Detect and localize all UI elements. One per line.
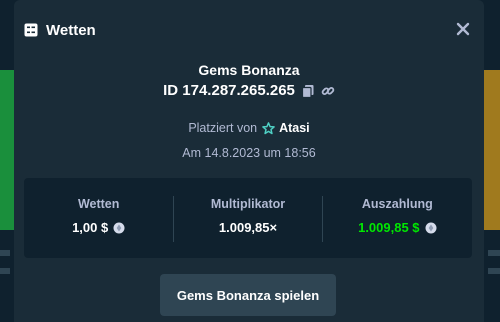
wager-label: Wetten	[77, 197, 120, 211]
background-game-card	[484, 70, 500, 230]
background-page-right	[484, 0, 500, 322]
payout-value-row: 1.009,85 $	[323, 220, 472, 235]
wager-value-row: 1,00 $	[24, 220, 173, 235]
payout-value: 1.009,85 $	[358, 220, 420, 235]
multiplier-value-row: 1.009,85×	[173, 220, 322, 235]
bet-stats-panel: Wetten 1,00 $ Multiplikator 1.009,85× Au…	[24, 178, 472, 258]
bet-details-modal: Wetten Gems Bonanza ID 174.287.265.265 P…	[14, 0, 484, 322]
stat-divider	[322, 196, 323, 242]
bet-slip-icon	[24, 23, 38, 37]
play-game-button[interactable]: Gems Bonanza spielen	[160, 274, 336, 316]
background-text-line	[0, 268, 10, 274]
placed-by-label: Platziert von	[188, 121, 258, 135]
bet-id: ID 174.287.265.265	[163, 82, 295, 99]
wager-value: 1,00 $	[72, 220, 109, 235]
background-text-line	[488, 250, 500, 256]
modal-title: Wetten	[46, 21, 96, 39]
coin-icon	[425, 222, 437, 233]
multiplier-value: 1.009,85×	[218, 220, 278, 235]
multiplier-stat: Multiplikator 1.009,85×	[173, 178, 322, 258]
star-icon	[262, 121, 275, 134]
placed-by-row: Platziert von Atasi	[14, 121, 484, 135]
close-icon[interactable]	[456, 22, 470, 36]
bet-date: Am 14.8.2023 um 18:56	[182, 146, 316, 160]
game-name: Gems Bonanza	[198, 62, 300, 78]
multiplier-label: Multiplikator	[210, 197, 286, 211]
coin-icon	[113, 222, 125, 233]
background-text-line	[488, 268, 500, 274]
background-game-card	[0, 70, 14, 230]
bet-id-row: ID 174.287.265.265	[14, 82, 484, 99]
background-text-line	[0, 250, 10, 256]
stat-divider	[173, 196, 174, 242]
wager-stat: Wetten 1,00 $	[24, 178, 173, 258]
payout-label: Auszahlung	[361, 197, 433, 211]
link-icon[interactable]	[321, 84, 335, 98]
username-link[interactable]: Atasi	[279, 121, 310, 135]
background-page-left	[0, 0, 14, 322]
copy-icon[interactable]	[301, 84, 315, 98]
payout-stat: Auszahlung 1.009,85 $	[323, 178, 472, 258]
modal-header: Wetten	[24, 20, 96, 40]
